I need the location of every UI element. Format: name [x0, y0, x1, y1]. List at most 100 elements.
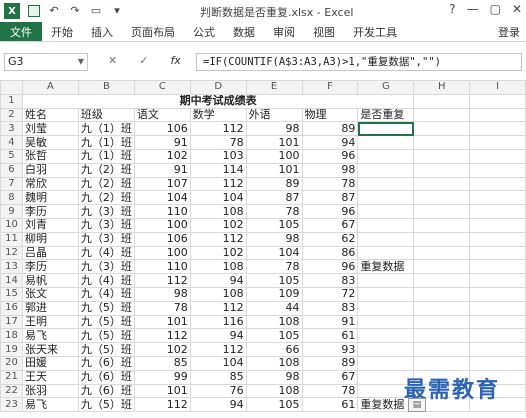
row-header[interactable]: 7	[0, 176, 23, 192]
data-cell[interactable]: 105	[245, 217, 303, 233]
data-cell[interactable]: 91	[133, 162, 191, 178]
column-header-h[interactable]: H	[413, 80, 471, 95]
data-cell[interactable]: 104	[245, 245, 303, 261]
data-cell[interactable]: 100	[245, 148, 303, 164]
select-all-corner[interactable]	[0, 80, 23, 95]
column-header-f[interactable]: F	[301, 80, 359, 95]
duplicate-flag-cell[interactable]	[357, 300, 415, 316]
cell[interactable]	[413, 204, 471, 219]
row-header[interactable]: 18	[0, 328, 23, 344]
data-cell[interactable]: 104	[133, 190, 191, 206]
header-cell[interactable]: 语文	[133, 107, 191, 123]
data-cell[interactable]: 九（3）班	[77, 204, 135, 219]
data-cell[interactable]: 九（2）班	[77, 176, 135, 192]
data-cell[interactable]: 田媛	[21, 355, 79, 371]
row-header[interactable]: 22	[0, 383, 23, 399]
column-header-e[interactable]: E	[245, 80, 303, 95]
header-cell[interactable]: 班级	[77, 107, 135, 123]
data-cell[interactable]: 94	[301, 135, 359, 150]
duplicate-flag-cell[interactable]	[357, 190, 415, 206]
data-cell[interactable]: 112	[189, 176, 247, 192]
data-cell[interactable]: 九（4）班	[77, 273, 135, 288]
data-cell[interactable]: 94	[189, 397, 247, 413]
tab-data[interactable]: 数据	[224, 22, 264, 41]
data-cell[interactable]: 61	[301, 328, 359, 344]
data-cell[interactable]: 112	[189, 342, 247, 357]
row-header[interactable]: 9	[0, 204, 23, 219]
cell[interactable]	[469, 314, 526, 330]
data-cell[interactable]: 108	[245, 355, 303, 371]
cell[interactable]	[413, 355, 471, 371]
help-icon[interactable]: ?	[449, 2, 455, 16]
duplicate-flag-cell[interactable]	[357, 176, 415, 192]
data-cell[interactable]: 98	[245, 231, 303, 247]
tab-developer[interactable]: 开发工具	[344, 22, 406, 41]
data-cell[interactable]: 61	[301, 397, 359, 413]
duplicate-flag-cell[interactable]	[357, 204, 415, 219]
cell[interactable]	[469, 176, 526, 192]
duplicate-flag-cell[interactable]	[357, 162, 415, 178]
data-cell[interactable]: 85	[189, 369, 247, 385]
data-cell[interactable]: 102	[133, 342, 191, 357]
data-cell[interactable]: 112	[133, 273, 191, 288]
data-cell[interactable]: 98	[133, 286, 191, 302]
data-cell[interactable]: 王天	[21, 369, 79, 385]
data-cell[interactable]: 九（6）班	[77, 383, 135, 399]
login-link[interactable]: 登录	[498, 22, 526, 41]
data-cell[interactable]: 张天来	[21, 342, 79, 357]
data-cell[interactable]: 白羽	[21, 162, 79, 178]
duplicate-flag-cell[interactable]: 重复数据	[357, 259, 415, 275]
header-cell[interactable]: 物理	[301, 107, 359, 123]
data-cell[interactable]: 100	[133, 217, 191, 233]
data-cell[interactable]: 100	[133, 245, 191, 261]
cell[interactable]	[413, 245, 471, 261]
data-cell[interactable]: 九（5）班	[77, 314, 135, 330]
data-cell[interactable]: 九（6）班	[77, 369, 135, 385]
data-cell[interactable]: 86	[301, 245, 359, 261]
cell[interactable]	[469, 162, 526, 178]
data-cell[interactable]: 87	[301, 190, 359, 206]
data-cell[interactable]: 67	[301, 369, 359, 385]
data-cell[interactable]: 78	[245, 204, 303, 219]
data-cell[interactable]: 96	[301, 259, 359, 275]
row-header[interactable]: 10	[0, 217, 23, 233]
name-box[interactable]: G3 ▼	[4, 53, 88, 71]
data-cell[interactable]: 107	[133, 176, 191, 192]
duplicate-flag-cell[interactable]	[357, 355, 415, 371]
tab-file[interactable]: 文件	[0, 22, 42, 41]
cell[interactable]	[413, 107, 471, 123]
cell[interactable]	[469, 342, 526, 357]
data-cell[interactable]: 112	[189, 300, 247, 316]
data-cell[interactable]: 易帆	[21, 273, 79, 288]
data-cell[interactable]: 102	[133, 148, 191, 164]
cell[interactable]	[413, 121, 471, 137]
data-cell[interactable]: 九（4）班	[77, 245, 135, 261]
cell[interactable]	[469, 286, 526, 302]
excel-app-icon[interactable]: X	[4, 3, 20, 19]
row-header[interactable]: 5	[0, 148, 23, 164]
cell[interactable]	[413, 135, 471, 150]
data-cell[interactable]: 易飞	[21, 397, 79, 413]
data-cell[interactable]: 44	[245, 300, 303, 316]
row-header[interactable]: 2	[0, 107, 23, 123]
data-cell[interactable]: 张文	[21, 286, 79, 302]
data-cell[interactable]: 李历	[21, 204, 79, 219]
data-cell[interactable]: 105	[245, 397, 303, 413]
cell[interactable]	[469, 190, 526, 206]
cell[interactable]	[413, 176, 471, 192]
data-cell[interactable]: 王明	[21, 314, 79, 330]
tab-formulas[interactable]: 公式	[184, 22, 224, 41]
cell[interactable]	[469, 259, 526, 275]
data-cell[interactable]: 94	[189, 328, 247, 344]
data-cell[interactable]: 106	[133, 231, 191, 247]
cell[interactable]	[469, 204, 526, 219]
data-cell[interactable]: 87	[245, 190, 303, 206]
data-cell[interactable]: 魏明	[21, 190, 79, 206]
data-cell[interactable]: 李历	[21, 259, 79, 275]
save-icon[interactable]	[28, 5, 40, 17]
data-cell[interactable]: 96	[301, 148, 359, 164]
redo-icon[interactable]: ↷	[68, 4, 82, 18]
tab-page-layout[interactable]: 页面布局	[122, 22, 184, 41]
column-header-g[interactable]: G	[357, 80, 415, 95]
data-cell[interactable]: 郭进	[21, 300, 79, 316]
